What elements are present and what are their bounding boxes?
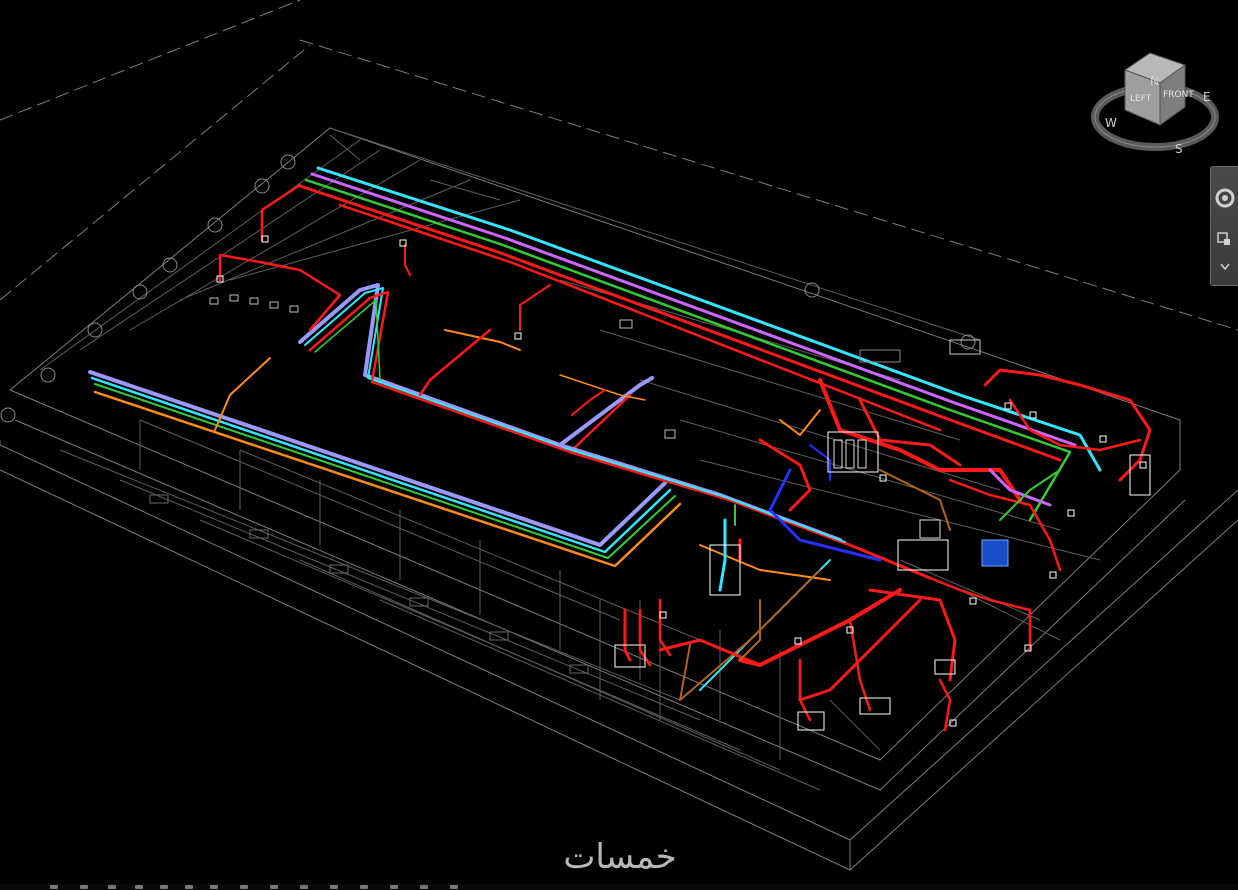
orange-branch-4	[699, 544, 831, 581]
hvac-violet-main	[310, 172, 1077, 447]
watermark-logo: خمسات	[563, 837, 677, 877]
cube-face-front[interactable]: FRONT	[1163, 90, 1194, 100]
pump-skid	[897, 539, 949, 571]
compass-north[interactable]: N	[1150, 74, 1159, 88]
compass-west[interactable]: W	[1105, 116, 1117, 130]
compass-south[interactable]: S	[1175, 142, 1183, 156]
lower-red-e	[798, 658, 812, 722]
plant-green	[999, 469, 1061, 521]
viewcube[interactable]: LEFT FRONT N E S W	[1085, 45, 1225, 165]
navigation-bar	[1210, 166, 1238, 286]
red-drop-6	[571, 389, 606, 416]
lower-red-c	[868, 588, 957, 682]
air-handler-unit	[827, 431, 879, 473]
status-strip	[0, 884, 1238, 890]
red-drop-5	[418, 328, 492, 397]
cube-face-left[interactable]: LEFT	[1130, 94, 1152, 104]
red-drop-1	[260, 183, 302, 242]
cube[interactable]	[1123, 52, 1187, 126]
orange-branch-3	[559, 374, 646, 401]
isometric-mep-model[interactable]	[0, 0, 1238, 890]
lower-red-h	[623, 608, 632, 662]
mep-pipe-network	[88, 166, 1152, 732]
plant-red-c	[983, 368, 1152, 482]
chevron-down-icon[interactable]	[1214, 259, 1236, 273]
floor-plan-outline	[0, 0, 1238, 871]
cold-water-main	[316, 166, 1102, 472]
plant-blue-a	[768, 468, 882, 562]
orange-branch-2	[444, 329, 521, 351]
central-loop-cyan	[304, 287, 566, 449]
zoom-icon[interactable]	[1214, 229, 1236, 251]
compass-east[interactable]: E	[1203, 90, 1211, 104]
red-drop-3	[404, 244, 411, 276]
plant-red-d	[1008, 398, 1142, 452]
lower-brown-2	[739, 599, 761, 661]
hot-water-main	[298, 184, 1062, 462]
red-drop-4	[519, 284, 551, 331]
lower-red-main	[738, 588, 902, 667]
model-viewport[interactable]: LEFT FRONT N E S W خمسات	[0, 0, 1238, 890]
central-loop-lavender	[298, 283, 654, 447]
blue-tank	[981, 539, 1009, 567]
lower-red-j	[938, 678, 952, 732]
steering-wheel-icon[interactable]	[1214, 187, 1236, 209]
orange-branch-5	[779, 409, 821, 436]
